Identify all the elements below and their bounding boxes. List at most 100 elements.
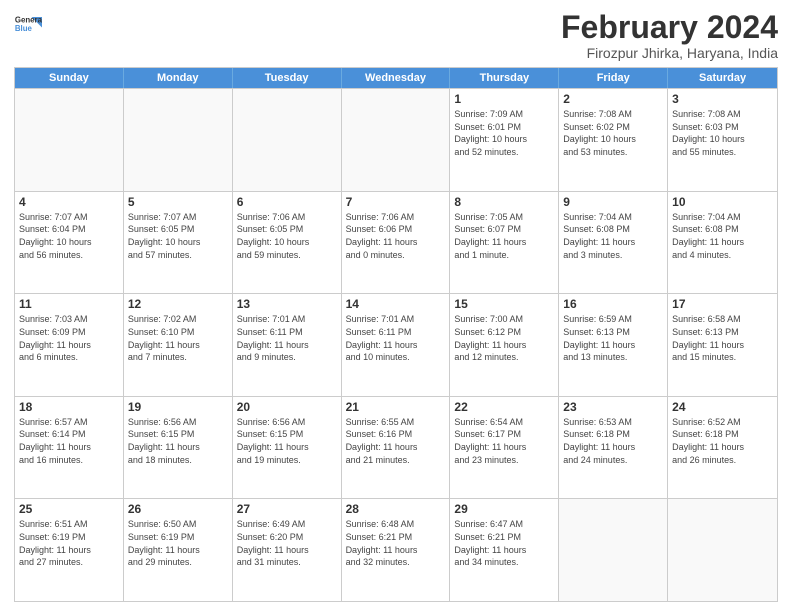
day-info: Sunrise: 7:08 AM Sunset: 6:03 PM Dayligh… xyxy=(672,108,773,158)
day-number: 25 xyxy=(19,502,119,516)
calendar-cell: 15 Sunrise: 7:00 AM Sunset: 6:12 PM Dayli… xyxy=(450,294,559,396)
header-day-friday: Friday xyxy=(559,68,668,88)
day-number: 7 xyxy=(346,195,446,209)
day-number: 26 xyxy=(128,502,228,516)
day-number: 6 xyxy=(237,195,337,209)
calendar-cell: 14 Sunrise: 7:01 AM Sunset: 6:11 PM Dayli… xyxy=(342,294,451,396)
day-info: Sunrise: 6:49 AM Sunset: 6:20 PM Dayligh… xyxy=(237,518,337,568)
day-info: Sunrise: 7:06 AM Sunset: 6:06 PM Dayligh… xyxy=(346,211,446,261)
day-number: 4 xyxy=(19,195,119,209)
header-day-saturday: Saturday xyxy=(668,68,777,88)
calendar-cell: 20 Sunrise: 6:56 AM Sunset: 6:15 PM Dayli… xyxy=(233,397,342,499)
calendar-cell: 17 Sunrise: 6:58 AM Sunset: 6:13 PM Dayli… xyxy=(668,294,777,396)
day-info: Sunrise: 6:55 AM Sunset: 6:16 PM Dayligh… xyxy=(346,416,446,466)
day-number: 18 xyxy=(19,400,119,414)
calendar-cell: 23 Sunrise: 6:53 AM Sunset: 6:18 PM Dayli… xyxy=(559,397,668,499)
calendar-cell: 7 Sunrise: 7:06 AM Sunset: 6:06 PM Daylig… xyxy=(342,192,451,294)
calendar-cell xyxy=(668,499,777,601)
calendar-cell xyxy=(559,499,668,601)
day-info: Sunrise: 6:51 AM Sunset: 6:19 PM Dayligh… xyxy=(19,518,119,568)
svg-text:General: General xyxy=(15,15,42,24)
calendar-row-3: 11 Sunrise: 7:03 AM Sunset: 6:09 PM Dayli… xyxy=(15,293,777,396)
calendar-cell: 4Sunrise: 7:07 AM Sunset: 6:04 PM Daylig… xyxy=(15,192,124,294)
header-day-wednesday: Wednesday xyxy=(342,68,451,88)
day-info: Sunrise: 7:00 AM Sunset: 6:12 PM Dayligh… xyxy=(454,313,554,363)
calendar-cell: 1 Sunrise: 7:09 AM Sunset: 6:01 PM Daylig… xyxy=(450,89,559,191)
logo-icon: General Blue xyxy=(14,10,42,38)
calendar-cell: 26Sunrise: 6:50 AM Sunset: 6:19 PM Dayli… xyxy=(124,499,233,601)
day-number: 1 xyxy=(454,92,554,106)
day-number: 23 xyxy=(563,400,663,414)
calendar-cell: 10 Sunrise: 7:04 AM Sunset: 6:08 PM Dayli… xyxy=(668,192,777,294)
day-number: 22 xyxy=(454,400,554,414)
month-title: February 2024 xyxy=(561,10,778,45)
page: General Blue February 2024 Firozpur Jhir… xyxy=(0,0,792,612)
calendar-cell: 2Sunrise: 7:08 AM Sunset: 6:02 PM Daylig… xyxy=(559,89,668,191)
title-block: February 2024 Firozpur Jhirka, Haryana, … xyxy=(561,10,778,61)
calendar-cell: 6 Sunrise: 7:06 AM Sunset: 6:05 PM Daylig… xyxy=(233,192,342,294)
day-info: Sunrise: 7:06 AM Sunset: 6:05 PM Dayligh… xyxy=(237,211,337,261)
day-info: Sunrise: 6:58 AM Sunset: 6:13 PM Dayligh… xyxy=(672,313,773,363)
day-info: Sunrise: 6:53 AM Sunset: 6:18 PM Dayligh… xyxy=(563,416,663,466)
day-number: 17 xyxy=(672,297,773,311)
calendar-cell: 29Sunrise: 6:47 AM Sunset: 6:21 PM Dayli… xyxy=(450,499,559,601)
day-number: 29 xyxy=(454,502,554,516)
day-number: 8 xyxy=(454,195,554,209)
day-info: Sunrise: 7:04 AM Sunset: 6:08 PM Dayligh… xyxy=(672,211,773,261)
calendar-cell: 5 Sunrise: 7:07 AM Sunset: 6:05 PM Daylig… xyxy=(124,192,233,294)
calendar-cell: 3 Sunrise: 7:08 AM Sunset: 6:03 PM Daylig… xyxy=(668,89,777,191)
day-number: 14 xyxy=(346,297,446,311)
day-number: 20 xyxy=(237,400,337,414)
day-info: Sunrise: 6:59 AM Sunset: 6:13 PM Dayligh… xyxy=(563,313,663,363)
calendar-cell: 25 Sunrise: 6:51 AM Sunset: 6:19 PM Dayli… xyxy=(15,499,124,601)
calendar-cell: 12Sunrise: 7:02 AM Sunset: 6:10 PM Dayli… xyxy=(124,294,233,396)
header-day-sunday: Sunday xyxy=(15,68,124,88)
day-info: Sunrise: 7:07 AM Sunset: 6:05 PM Dayligh… xyxy=(128,211,228,261)
logo: General Blue xyxy=(14,10,42,38)
day-number: 13 xyxy=(237,297,337,311)
svg-text:Blue: Blue xyxy=(15,24,33,33)
day-info: Sunrise: 7:08 AM Sunset: 6:02 PM Dayligh… xyxy=(563,108,663,158)
calendar-cell: 27 Sunrise: 6:49 AM Sunset: 6:20 PM Dayli… xyxy=(233,499,342,601)
day-number: 27 xyxy=(237,502,337,516)
calendar-cell: 22Sunrise: 6:54 AM Sunset: 6:17 PM Dayli… xyxy=(450,397,559,499)
day-number: 11 xyxy=(19,297,119,311)
header-day-tuesday: Tuesday xyxy=(233,68,342,88)
day-number: 21 xyxy=(346,400,446,414)
calendar-cell xyxy=(342,89,451,191)
calendar-cell xyxy=(15,89,124,191)
calendar-cell: 21 Sunrise: 6:55 AM Sunset: 6:16 PM Dayli… xyxy=(342,397,451,499)
header-day-monday: Monday xyxy=(124,68,233,88)
calendar-cell: 18Sunrise: 6:57 AM Sunset: 6:14 PM Dayli… xyxy=(15,397,124,499)
header-day-thursday: Thursday xyxy=(450,68,559,88)
day-info: Sunrise: 7:01 AM Sunset: 6:11 PM Dayligh… xyxy=(237,313,337,363)
calendar-cell: 8 Sunrise: 7:05 AM Sunset: 6:07 PM Daylig… xyxy=(450,192,559,294)
day-info: Sunrise: 6:56 AM Sunset: 6:15 PM Dayligh… xyxy=(237,416,337,466)
calendar-cell xyxy=(233,89,342,191)
day-info: Sunrise: 7:03 AM Sunset: 6:09 PM Dayligh… xyxy=(19,313,119,363)
day-number: 15 xyxy=(454,297,554,311)
day-number: 16 xyxy=(563,297,663,311)
calendar-row-5: 25 Sunrise: 6:51 AM Sunset: 6:19 PM Dayli… xyxy=(15,498,777,601)
day-number: 9 xyxy=(563,195,663,209)
day-info: Sunrise: 6:52 AM Sunset: 6:18 PM Dayligh… xyxy=(672,416,773,466)
header: General Blue February 2024 Firozpur Jhir… xyxy=(14,10,778,61)
calendar-cell: 11 Sunrise: 7:03 AM Sunset: 6:09 PM Dayli… xyxy=(15,294,124,396)
calendar-row-2: 4Sunrise: 7:07 AM Sunset: 6:04 PM Daylig… xyxy=(15,191,777,294)
calendar-cell: 16 Sunrise: 6:59 AM Sunset: 6:13 PM Dayli… xyxy=(559,294,668,396)
calendar: SundayMondayTuesdayWednesdayThursdayFrid… xyxy=(14,67,778,602)
calendar-row-4: 18Sunrise: 6:57 AM Sunset: 6:14 PM Dayli… xyxy=(15,396,777,499)
calendar-cell: 19 Sunrise: 6:56 AM Sunset: 6:15 PM Dayli… xyxy=(124,397,233,499)
day-info: Sunrise: 7:02 AM Sunset: 6:10 PM Dayligh… xyxy=(128,313,228,363)
day-number: 3 xyxy=(672,92,773,106)
calendar-cell xyxy=(124,89,233,191)
calendar-header: SundayMondayTuesdayWednesdayThursdayFrid… xyxy=(15,68,777,88)
day-info: Sunrise: 7:05 AM Sunset: 6:07 PM Dayligh… xyxy=(454,211,554,261)
day-number: 19 xyxy=(128,400,228,414)
day-info: Sunrise: 6:56 AM Sunset: 6:15 PM Dayligh… xyxy=(128,416,228,466)
day-info: Sunrise: 7:09 AM Sunset: 6:01 PM Dayligh… xyxy=(454,108,554,158)
day-info: Sunrise: 7:01 AM Sunset: 6:11 PM Dayligh… xyxy=(346,313,446,363)
location: Firozpur Jhirka, Haryana, India xyxy=(561,45,778,61)
day-number: 5 xyxy=(128,195,228,209)
day-number: 10 xyxy=(672,195,773,209)
